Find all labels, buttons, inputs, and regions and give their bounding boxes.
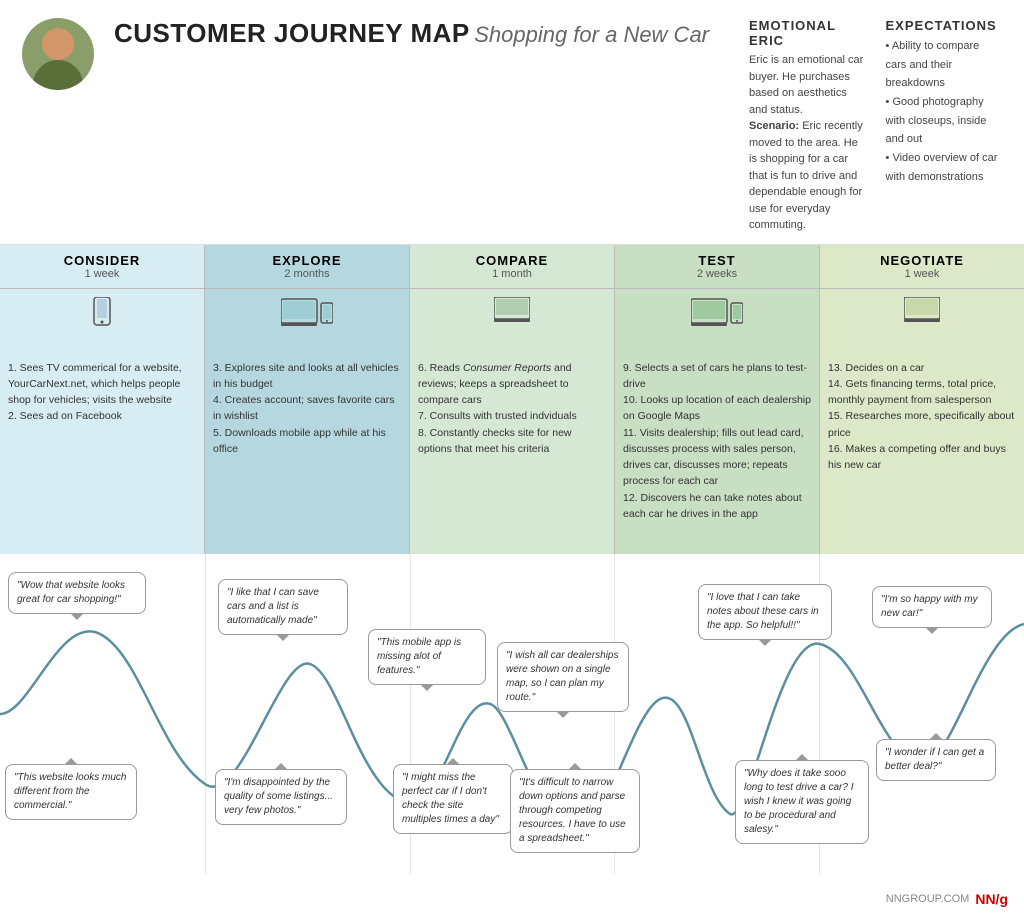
header: CUSTOMER JOURNEY MAP Shopping for a New …: [0, 0, 1024, 245]
persona-name: EMOTIONAL ERIC: [749, 18, 866, 48]
phase-icon-compare: [410, 289, 615, 354]
phase-name-negotiate: NEGOTIATE: [828, 253, 1016, 268]
phase-steps: 1. Sees TV commerical for a website, You…: [0, 354, 1024, 554]
bubble-love-notes: "I love that I can take notes about thes…: [698, 584, 832, 640]
phase-icons-row: [0, 289, 1024, 354]
phase-name-compare: COMPARE: [418, 253, 606, 268]
phase-header-consider: CONSIDER 1 week: [0, 245, 205, 289]
phone-icon: [88, 297, 116, 341]
phase-duration-test: 2 weeks: [623, 268, 811, 280]
expectations-section: EXPECTATIONS Ability to compare cars and…: [886, 18, 1003, 187]
phase-icon-explore: [205, 289, 410, 354]
bubble-better-deal: "I wonder if I can get a better deal?": [876, 739, 996, 781]
emotion-area: "Wow that website looks great for car sh…: [0, 554, 1024, 874]
phase-header-negotiate: NEGOTIATE 1 week: [820, 245, 1024, 289]
website-text: NNGROUP.COM: [886, 893, 970, 905]
expectation-item: Ability to compare cars and their breakd…: [886, 37, 1003, 93]
phase-icon-negotiate: [820, 289, 1024, 354]
phase-icon-test: [615, 289, 820, 354]
avatar: [22, 18, 94, 90]
bubble-take-long: "Why does it take sooo long to test driv…: [735, 760, 869, 844]
phase-duration-compare: 1 month: [418, 268, 606, 280]
phase-content-compare: 6. Reads Consumer Reports and reviews; k…: [410, 354, 615, 554]
phase-content-consider: 1. Sees TV commerical for a website, You…: [0, 354, 205, 554]
phase-duration-negotiate: 1 week: [828, 268, 1016, 280]
bubble-narrow-down: "It's difficult to narrow down options a…: [510, 769, 640, 853]
page: CUSTOMER JOURNEY MAP Shopping for a New …: [0, 0, 1024, 915]
phase-header-test: TEST 2 weeks: [615, 245, 820, 289]
title-bold: CUSTOMER JOURNEY MAP: [114, 18, 470, 48]
bubble-explore-positive: "I like that I can save cars and a list …: [218, 579, 348, 635]
expectation-item: Video overview of car with demonstration…: [886, 149, 1003, 186]
persona-description: Eric is an emotional car buyer. He purch…: [749, 52, 866, 234]
bubble-map: "I wish all car dealerships were shown o…: [497, 642, 629, 712]
bubble-happy-car: "I'm so happy with my new car!": [872, 586, 992, 628]
phase-name-test: TEST: [623, 253, 811, 268]
phase-name-consider: CONSIDER: [8, 253, 196, 268]
expectations-title: EXPECTATIONS: [886, 18, 1003, 33]
laptop-icon: [494, 297, 530, 325]
title-italic: Shopping for a New Car: [474, 22, 709, 47]
phase-content-explore: 3. Explores site and looks at all vehicl…: [205, 354, 410, 554]
bubble-consider-negative: "This website looks much different from …: [5, 764, 137, 820]
bubble-explore-negative: "I'm disappointed by the quality of some…: [215, 769, 347, 825]
journey-map: CONSIDER 1 week EXPLORE 2 months COMPARE…: [0, 245, 1024, 915]
phase-headers: CONSIDER 1 week EXPLORE 2 months COMPARE…: [0, 245, 1024, 289]
phase-duration-explore: 2 months: [213, 268, 401, 280]
nn-logo: NN/g: [975, 891, 1008, 907]
bubble-consider-positive: "Wow that website looks great for car sh…: [8, 572, 146, 614]
phase-name-explore: EXPLORE: [213, 253, 401, 268]
bubble-mobile-missing: "This mobile app is missing alot of feat…: [368, 629, 486, 685]
footer: NNGROUP.COM NN/g: [886, 891, 1008, 907]
bubble-miss-car: "I might miss the perfect car if I don't…: [393, 764, 513, 834]
page-title: CUSTOMER JOURNEY MAP Shopping for a New …: [114, 18, 709, 49]
laptop-icon-2: [904, 297, 940, 325]
phase-content-test: 9. Selects a set of cars he plans to tes…: [615, 354, 820, 554]
phase-header-explore: EXPLORE 2 months: [205, 245, 410, 289]
title-area: CUSTOMER JOURNEY MAP Shopping for a New …: [114, 18, 709, 49]
expectations-list: Ability to compare cars and their breakd…: [886, 37, 1003, 187]
expectation-item: Good photography with closeups, inside a…: [886, 93, 1003, 149]
phase-header-compare: COMPARE 1 month: [410, 245, 615, 289]
phase-content-negotiate: 13. Decides on a car 14. Gets financing …: [820, 354, 1024, 554]
persona-section: EMOTIONAL ERIC Eric is an emotional car …: [749, 18, 866, 234]
laptop-phone-icon: [281, 297, 333, 333]
laptop-phone-icon-2: [691, 297, 743, 333]
phase-icon-consider: [0, 289, 205, 354]
phase-duration-consider: 1 week: [8, 268, 196, 280]
